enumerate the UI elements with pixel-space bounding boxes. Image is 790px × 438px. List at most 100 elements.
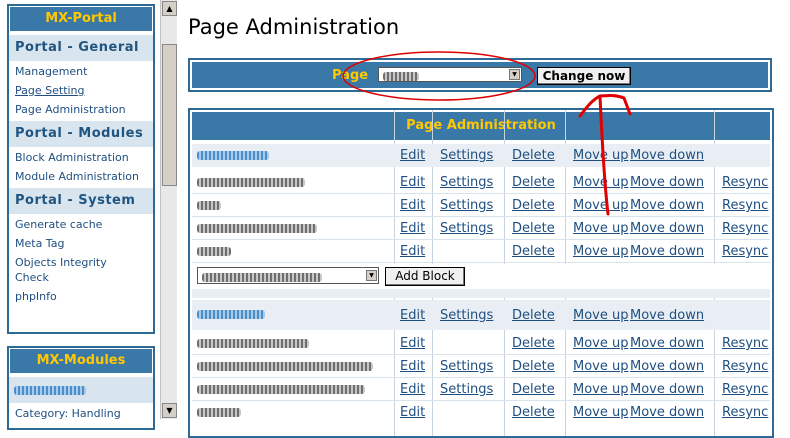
settings-link[interactable]: Settings bbox=[440, 378, 493, 401]
nav-item-meta-tag[interactable]: Meta Tag bbox=[9, 236, 153, 251]
move-down-link[interactable]: Move down bbox=[630, 378, 704, 401]
move-up-link[interactable]: Move up bbox=[573, 401, 629, 424]
edit-link[interactable]: Edit bbox=[400, 217, 425, 240]
move-down-link[interactable]: Move down bbox=[630, 304, 704, 327]
redacted-text bbox=[197, 310, 265, 319]
nav-section-system: Portal - System bbox=[9, 188, 153, 214]
move-down-link[interactable]: Move down bbox=[630, 401, 704, 424]
page-title: Page Administration bbox=[188, 15, 400, 39]
redacted-text bbox=[197, 224, 317, 233]
chevron-down-icon[interactable]: ▼ bbox=[366, 270, 377, 281]
settings-link[interactable]: Settings bbox=[440, 217, 493, 240]
page-label: Page bbox=[332, 68, 369, 83]
move-down-link[interactable]: Move down bbox=[630, 355, 704, 378]
move-down-link[interactable]: Move down bbox=[630, 217, 704, 240]
delete-link[interactable]: Delete bbox=[512, 355, 555, 378]
move-up-link[interactable]: Move up bbox=[573, 332, 629, 355]
resync-link[interactable]: Resync bbox=[722, 240, 768, 263]
resync-link[interactable]: Resync bbox=[722, 217, 768, 240]
settings-link[interactable]: Settings bbox=[440, 304, 493, 327]
nav-item-phpinfo[interactable]: phpInfo bbox=[9, 289, 153, 304]
move-up-link[interactable]: Move up bbox=[573, 217, 629, 240]
block-select[interactable]: ▼ bbox=[197, 267, 379, 284]
nav-item-module-administration[interactable]: Module Administration bbox=[9, 169, 153, 184]
nav-title: MX-Portal bbox=[9, 6, 153, 32]
redacted-text bbox=[197, 151, 269, 160]
edit-link[interactable]: Edit bbox=[400, 171, 425, 194]
resync-link[interactable]: Resync bbox=[722, 332, 768, 355]
resync-link[interactable]: Resync bbox=[722, 194, 768, 217]
change-now-button[interactable]: Change now bbox=[537, 67, 631, 85]
move-down-link[interactable]: Move down bbox=[630, 240, 704, 263]
chevron-down-icon[interactable]: ▼ bbox=[509, 69, 520, 80]
table-row: Edit Settings Delete Move up Move down R… bbox=[192, 217, 770, 240]
resync-link[interactable]: Resync bbox=[722, 378, 768, 401]
move-up-link[interactable]: Move up bbox=[573, 171, 629, 194]
settings-link[interactable]: Settings bbox=[440, 194, 493, 217]
delete-link[interactable]: Delete bbox=[512, 378, 555, 401]
table-row: Edit Settings Delete Move up Move down R… bbox=[192, 171, 770, 194]
edit-link[interactable]: Edit bbox=[400, 194, 425, 217]
nav-section-modules: Portal - Modules bbox=[9, 121, 153, 147]
move-down-link[interactable]: Move down bbox=[630, 194, 704, 217]
edit-link[interactable]: Edit bbox=[400, 378, 425, 401]
delete-link[interactable]: Delete bbox=[512, 332, 555, 355]
scroll-thumb[interactable] bbox=[162, 44, 177, 186]
table-row: Edit Settings Delete Move up Move down bbox=[192, 144, 770, 167]
move-up-link[interactable]: Move up bbox=[573, 144, 629, 167]
edit-link[interactable]: Edit bbox=[400, 304, 425, 327]
redacted-text bbox=[197, 339, 309, 348]
edit-link[interactable]: Edit bbox=[400, 355, 425, 378]
move-up-link[interactable]: Move up bbox=[573, 378, 629, 401]
page-select[interactable]: ▼ bbox=[378, 67, 522, 82]
add-block-button[interactable]: Add Block bbox=[385, 267, 465, 286]
resync-link[interactable]: Resync bbox=[722, 171, 768, 194]
redacted-text bbox=[197, 385, 365, 394]
move-up-link[interactable]: Move up bbox=[573, 194, 629, 217]
settings-link[interactable]: Settings bbox=[440, 144, 493, 167]
move-down-link[interactable]: Move down bbox=[630, 171, 704, 194]
delete-link[interactable]: Delete bbox=[512, 304, 555, 327]
delete-link[interactable]: Delete bbox=[512, 401, 555, 424]
edit-link[interactable]: Edit bbox=[400, 401, 425, 424]
nav-item-generate-cache[interactable]: Generate cache bbox=[9, 217, 153, 232]
move-up-link[interactable]: Move up bbox=[573, 355, 629, 378]
settings-link[interactable]: Settings bbox=[440, 171, 493, 194]
table-row: Edit Delete Move up Move down Resync bbox=[192, 332, 770, 355]
nav-section-general: Portal - General bbox=[9, 35, 153, 61]
table-row: Edit Delete Move up Move down Resync bbox=[192, 240, 770, 263]
delete-link[interactable]: Delete bbox=[512, 217, 555, 240]
nav-item-page-administration[interactable]: Page Administration bbox=[9, 102, 153, 117]
move-up-link[interactable]: Move up bbox=[573, 240, 629, 263]
modules-nav-blurred-item[interactable] bbox=[9, 377, 153, 403]
delete-link[interactable]: Delete bbox=[512, 240, 555, 263]
table-row: Edit Settings Delete Move up Move down R… bbox=[192, 378, 770, 401]
table-row: Edit Delete Move up Move down Resync bbox=[192, 401, 770, 424]
nav-item-page-setting[interactable]: Page Setting bbox=[9, 83, 153, 98]
move-up-link[interactable]: Move up bbox=[573, 304, 629, 327]
delete-link[interactable]: Delete bbox=[512, 171, 555, 194]
table-row: Edit Settings Delete Move up Move down R… bbox=[192, 194, 770, 217]
vertical-scrollbar[interactable]: ▲ ▼ bbox=[160, 0, 177, 419]
scroll-up-arrow-icon[interactable]: ▲ bbox=[162, 1, 177, 16]
edit-link[interactable]: Edit bbox=[400, 240, 425, 263]
modules-nav: MX-Modules Category: Handling bbox=[7, 346, 155, 430]
page-selector-bar: Page ▼ Change now bbox=[188, 58, 772, 92]
edit-link[interactable]: Edit bbox=[400, 144, 425, 167]
move-down-link[interactable]: Move down bbox=[630, 332, 704, 355]
resync-link[interactable]: Resync bbox=[722, 401, 768, 424]
delete-link[interactable]: Delete bbox=[512, 194, 555, 217]
redacted-text bbox=[202, 272, 322, 282]
page-administration-table: Page Administration Edit Settings Delete… bbox=[188, 108, 774, 438]
move-down-link[interactable]: Move down bbox=[630, 144, 704, 167]
nav-item-block-administration[interactable]: Block Administration bbox=[9, 150, 153, 165]
settings-link[interactable]: Settings bbox=[440, 355, 493, 378]
nav-item-objects-integrity-check[interactable]: Objects Integrity Check bbox=[9, 255, 125, 285]
resync-link[interactable]: Resync bbox=[722, 355, 768, 378]
nav-item-management[interactable]: Management bbox=[9, 64, 153, 79]
scroll-down-arrow-icon[interactable]: ▼ bbox=[162, 403, 177, 418]
edit-link[interactable]: Edit bbox=[400, 332, 425, 355]
add-block-row: ▼ Add Block bbox=[192, 264, 770, 289]
delete-link[interactable]: Delete bbox=[512, 144, 555, 167]
redacted-text bbox=[197, 362, 373, 371]
